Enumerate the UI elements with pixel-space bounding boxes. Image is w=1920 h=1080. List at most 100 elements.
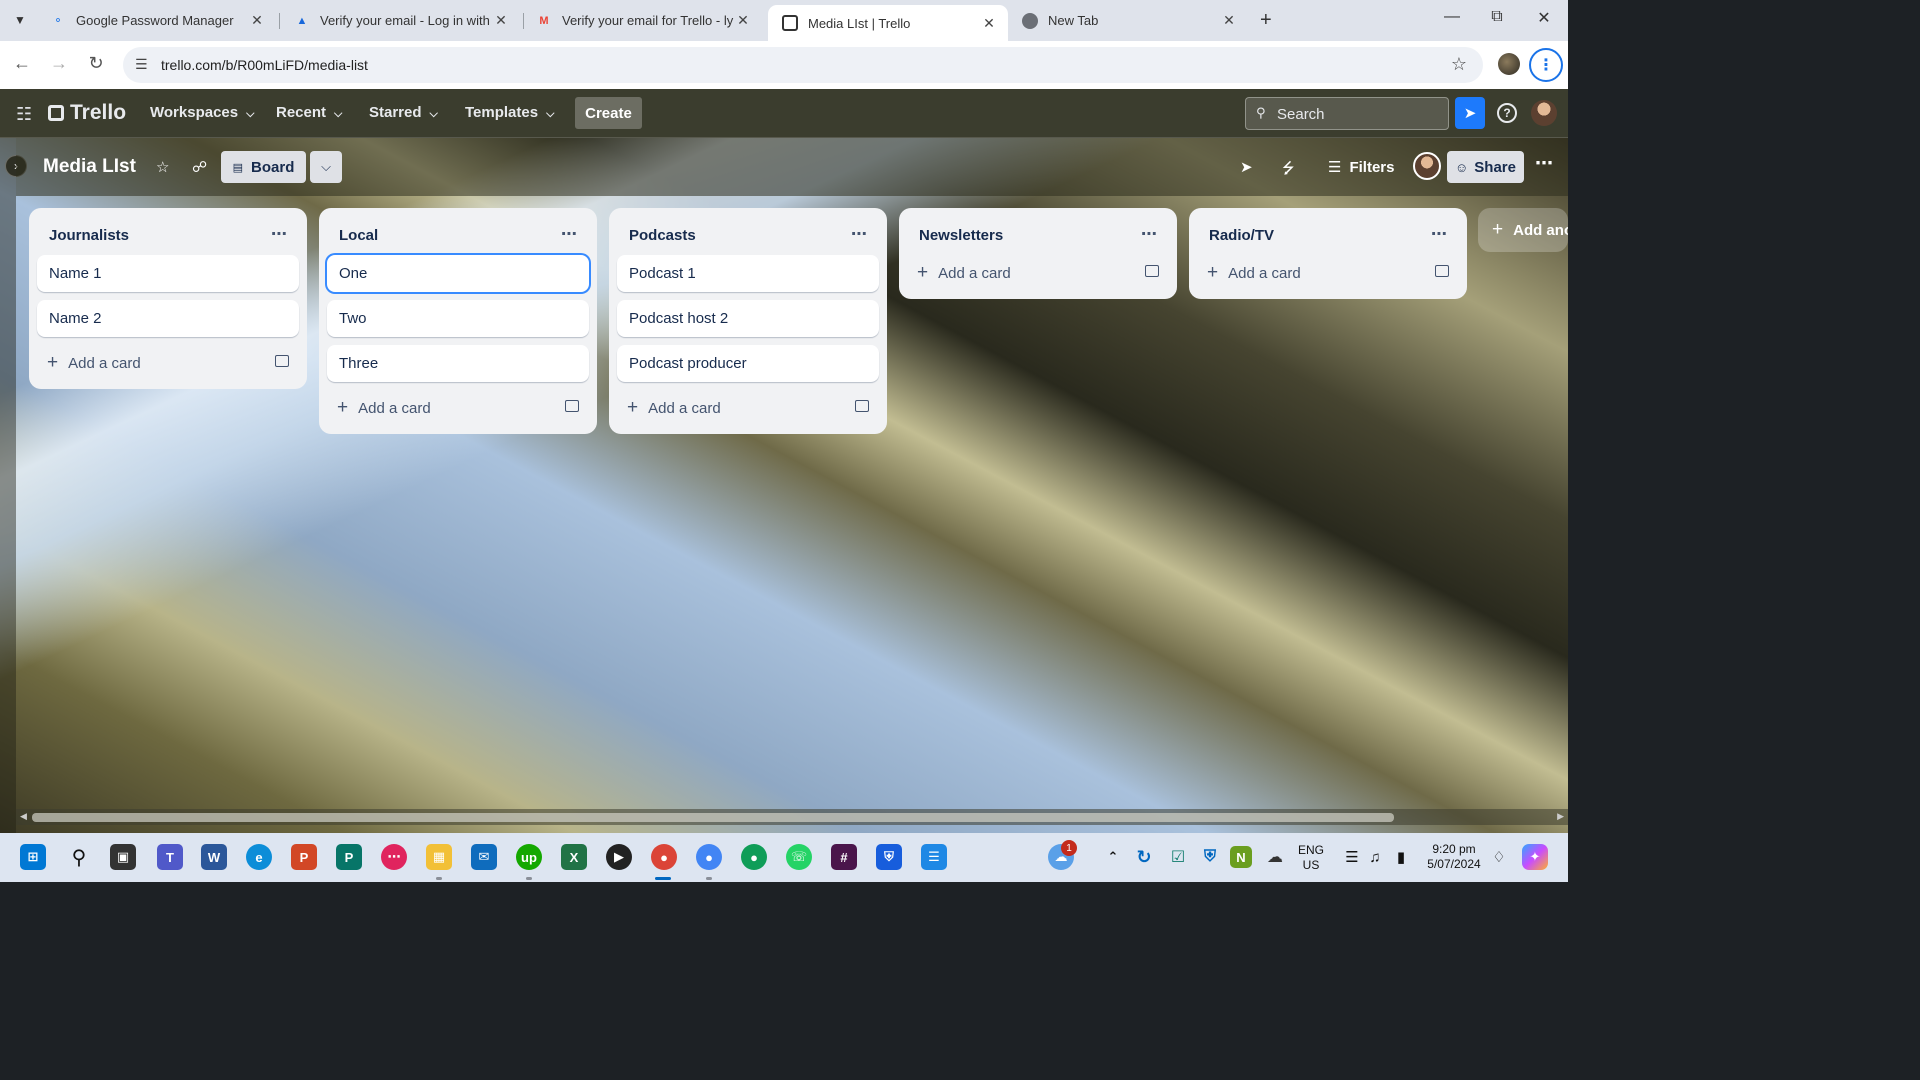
new-tab-plus-icon[interactable]: + <box>1260 9 1272 32</box>
mail-icon[interactable]: ✉ <box>471 844 497 870</box>
back-arrow-icon[interactable]: ← <box>10 53 34 74</box>
close-tab-icon[interactable]: ✕ <box>980 15 998 32</box>
card-template-icon[interactable] <box>565 400 579 412</box>
battery-icon[interactable]: ▮ <box>1388 844 1414 870</box>
templates-menu[interactable]: Templates ⌵ <box>465 104 554 121</box>
list-title[interactable]: Local <box>339 227 378 244</box>
close-tab-icon[interactable]: ✕ <box>248 12 266 29</box>
add-card-button[interactable]: + Add a card <box>327 390 589 426</box>
list-actions-ellipsis-icon[interactable]: ⋯ <box>1425 220 1453 248</box>
recent-menu[interactable]: Recent ⌵ <box>276 104 342 121</box>
slack-icon[interactable]: # <box>831 844 857 870</box>
list-title[interactable]: Radio/TV <box>1209 227 1274 244</box>
add-card-button[interactable]: + Add a card <box>1197 255 1459 291</box>
notepad-icon[interactable]: ☰ <box>921 844 947 870</box>
task-view-icon[interactable]: ▣ <box>110 844 136 870</box>
bookmark-star-icon[interactable]: ☆ <box>1451 54 1467 75</box>
visibility-workspace-icon[interactable]: ☍ <box>192 158 207 176</box>
vpn-lock-icon[interactable]: ☑ <box>1165 844 1191 870</box>
input-language[interactable]: ENG US <box>1298 843 1324 873</box>
tab-trello-media-list[interactable]: Media LIst | Trello ✕ <box>768 5 1008 41</box>
list-title[interactable]: Newsletters <box>919 227 1003 244</box>
card[interactable]: One <box>327 255 589 292</box>
omnibox[interactable]: ☰ trello.com/b/R00mLiFD/media-list ☆ <box>123 47 1483 83</box>
windows-start-icon[interactable]: ⊞ <box>20 844 46 870</box>
card[interactable]: Podcast host 2 <box>617 300 879 337</box>
help-icon[interactable]: ? <box>1497 103 1517 123</box>
whatsapp-icon[interactable]: ☏ <box>786 844 812 870</box>
account-avatar[interactable] <box>1531 100 1557 126</box>
board-menu-ellipsis-icon[interactable]: ⋯ <box>1535 153 1553 174</box>
card-template-icon[interactable] <box>1145 265 1159 277</box>
edge-icon[interactable]: e <box>246 844 272 870</box>
upwork-icon[interactable]: up <box>516 844 542 870</box>
board-member-avatar[interactable] <box>1413 152 1441 180</box>
add-card-button[interactable]: + Add a card <box>907 255 1169 291</box>
card[interactable]: Name 2 <box>37 300 299 337</box>
share-button[interactable]: ☺ Share <box>1447 151 1524 183</box>
list-actions-ellipsis-icon[interactable]: ⋯ <box>555 220 583 248</box>
power-ups-rocket-icon[interactable]: ➤ <box>1240 158 1253 176</box>
add-card-button[interactable]: + Add a card <box>617 390 879 426</box>
tab-password-manager[interactable]: ⚬ Google Password Manager ✕ <box>36 5 276 36</box>
restore-icon[interactable]: ⧉ <box>1482 8 1512 26</box>
views-dropdown-chevron-icon[interactable]: ⌵ <box>310 151 342 183</box>
notification-bell-icon[interactable]: ♢ <box>1486 844 1512 870</box>
publisher-icon[interactable]: P <box>336 844 362 870</box>
media-player-icon[interactable]: ▶ <box>606 844 632 870</box>
close-tab-icon[interactable]: ✕ <box>734 12 752 29</box>
scrollbar-thumb[interactable] <box>32 813 1394 822</box>
volume-icon[interactable]: ♫ <box>1362 844 1388 870</box>
card-template-icon[interactable] <box>1435 265 1449 277</box>
site-info-icon[interactable]: ☰ <box>135 56 148 73</box>
list-actions-ellipsis-icon[interactable]: ⋯ <box>845 220 873 248</box>
clock[interactable]: 9:20 pm 5/07/2024 <box>1420 842 1488 872</box>
onedrive-cloud-icon[interactable]: ☁ <box>1262 844 1288 870</box>
forward-arrow-icon[interactable]: → <box>47 53 71 74</box>
card-template-icon[interactable] <box>855 400 869 412</box>
chrome-profile-3-icon[interactable]: ● <box>741 844 767 870</box>
chrome-profile-1-icon[interactable]: ● <box>651 844 677 870</box>
bitwarden-icon[interactable]: ⛨ <box>876 844 902 870</box>
starred-menu[interactable]: Starred ⌵ <box>369 104 438 121</box>
url-text[interactable]: trello.com/b/R00mLiFD/media-list <box>161 57 368 73</box>
board-view-button[interactable]: ▤ Board <box>221 151 306 183</box>
sync-icon[interactable]: ↻ <box>1131 844 1157 870</box>
tab-atlassian-verify[interactable]: ▲ Verify your email - Log in with A ✕ <box>280 5 520 36</box>
add-card-button[interactable]: + Add a card <box>37 345 299 381</box>
trello-logo[interactable]: Trello <box>48 101 126 125</box>
notifications-button[interactable]: ➤ <box>1455 97 1485 129</box>
card[interactable]: Name 1 <box>37 255 299 292</box>
tab-new-tab[interactable]: New Tab ✕ <box>1008 5 1248 36</box>
star-board-icon[interactable]: ☆ <box>156 158 169 176</box>
show-hidden-icons-chevron-icon[interactable]: ⌃ <box>1100 844 1126 870</box>
list-title[interactable]: Journalists <box>49 227 129 244</box>
card[interactable]: Three <box>327 345 589 382</box>
list-actions-ellipsis-icon[interactable]: ⋯ <box>265 220 293 248</box>
filters-button[interactable]: ☰ Filters <box>1328 158 1394 176</box>
tab-gmail-verify[interactable]: M Verify your email for Trello - lyn ✕ <box>522 5 762 36</box>
board-horizontal-scrollbar[interactable]: ◀ ▶ <box>16 809 1568 825</box>
tab-search-chevron-icon[interactable]: ▼ <box>8 8 32 32</box>
notes-app-icon[interactable]: N <box>1230 846 1252 868</box>
list-actions-ellipsis-icon[interactable]: ⋯ <box>1135 220 1163 248</box>
chrome-profile-2-icon[interactable]: ● <box>696 844 722 870</box>
close-tab-icon[interactable]: ✕ <box>492 12 510 29</box>
word-icon[interactable]: W <box>201 844 227 870</box>
app-switcher-grid-icon[interactable]: ☷ <box>16 104 32 125</box>
card[interactable]: Podcast producer <box>617 345 879 382</box>
taskbar-search-icon[interactable]: ⚲ <box>66 844 92 870</box>
card[interactable]: Two <box>327 300 589 337</box>
workspaces-menu[interactable]: Workspaces ⌵ <box>150 104 254 121</box>
window-close-icon[interactable]: ✕ <box>1529 8 1559 28</box>
search-input[interactable]: ⚲ Search <box>1245 97 1449 130</box>
powerpoint-icon[interactable]: P <box>291 844 317 870</box>
messaging-app-icon[interactable]: ⋯ <box>381 844 407 870</box>
create-button[interactable]: Create <box>575 97 642 129</box>
browser-menu-kebab-icon[interactable]: ⋮ <box>1529 48 1563 82</box>
list-title[interactable]: Podcasts <box>629 227 696 244</box>
scroll-left-arrow-icon[interactable]: ◀ <box>20 811 27 822</box>
copilot-icon[interactable]: ✦ <box>1522 844 1548 870</box>
card[interactable]: Podcast 1 <box>617 255 879 292</box>
reload-icon[interactable]: ↻ <box>84 53 108 74</box>
